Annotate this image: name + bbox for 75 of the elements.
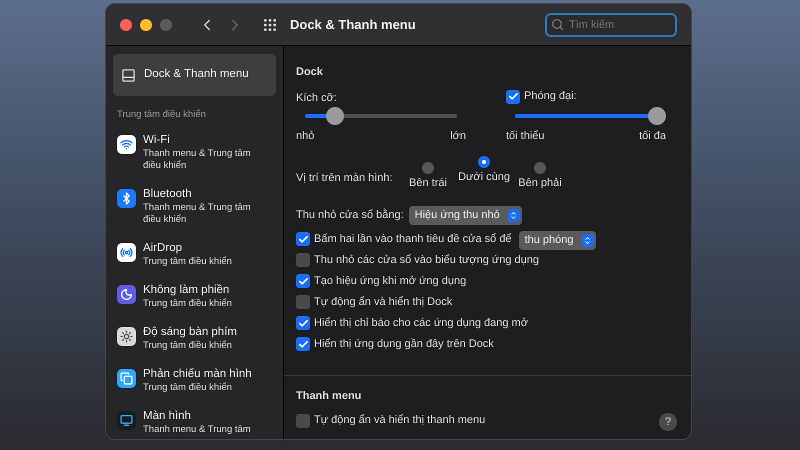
section-title: Thanh menu xyxy=(296,388,362,404)
section-title: Dock xyxy=(296,65,324,80)
checkbox[interactable] xyxy=(296,414,310,428)
sidebar-item[interactable]: Wi-Fi Thanh menu & Trung tâm điều khiển xyxy=(113,128,276,178)
sidebar-item-title: Độ sáng bàn phím xyxy=(143,325,237,340)
moon-icon xyxy=(117,285,136,304)
checkbox[interactable] xyxy=(296,295,310,309)
sidebar-item[interactable]: Độ sáng bàn phím Trung tâm điều khiển xyxy=(113,320,276,358)
radio-label: Bên phải xyxy=(517,177,563,190)
checkbox-label: Thu nhỏ các cửa sổ vào biểu tượng ứng dụng xyxy=(314,252,540,268)
slider-thumb[interactable] xyxy=(648,106,666,124)
checkbox-label: Bấm hai lần vào thanh tiêu đề cửa sổ để xyxy=(314,232,512,247)
radio-button[interactable] xyxy=(422,162,434,174)
sidebar-item-title: Wi-Fi xyxy=(143,133,171,148)
radio-button[interactable] xyxy=(478,156,490,168)
search-field[interactable]: Tìm kiếm xyxy=(545,13,677,37)
radio-label: Bên trái xyxy=(408,177,448,190)
checkbox[interactable] xyxy=(296,316,310,330)
dock-icon xyxy=(121,68,136,82)
magnification-label: Phóng đại: xyxy=(524,89,577,104)
checkbox-label: Hiển thị ứng dụng gần đây trên Dock xyxy=(314,336,494,352)
sidebar-item-subtitle: Trung tâm điều khiển xyxy=(143,382,233,394)
checkbox[interactable] xyxy=(296,274,310,288)
sidebar-item-title: AirDrop xyxy=(143,241,183,256)
slider-thumb[interactable] xyxy=(326,106,344,124)
airdrop-icon xyxy=(117,243,136,262)
sidebar-item[interactable]: Không làm phiền Trung tâm điều khiển xyxy=(113,278,276,316)
sidebar-item-title: Màn hình xyxy=(143,409,192,424)
search-icon xyxy=(551,18,564,30)
sidebar-item-subtitle: Thanh menu & Trung tâm điều khiển xyxy=(143,202,252,226)
sidebar-item[interactable]: AirDrop Trung tâm điều khiển xyxy=(113,236,276,274)
slider-max-label: tối đa xyxy=(639,128,666,144)
close-button[interactable] xyxy=(120,18,132,30)
size-label: Kích cỡ: xyxy=(296,90,338,104)
position-label: Vị trí trên màn hình: xyxy=(296,171,394,186)
sidebar-item-subtitle: Thanh menu & Trung tâm điều khiển xyxy=(143,148,252,172)
minimize-button[interactable] xyxy=(140,18,152,30)
checkbox-label: Tạo hiệu ứng khi mở ứng dụng xyxy=(314,274,466,289)
checkbox-label: Hiển thị chỉ báo cho các ứng dụng đang mở xyxy=(314,316,528,331)
checkbox[interactable] xyxy=(296,253,310,267)
radio-label: Dưới cùng xyxy=(458,171,510,184)
sidebar-item[interactable]: Phản chiếu màn hình Trung tâm điều khiển xyxy=(113,362,276,400)
bluetooth-icon xyxy=(117,189,136,208)
checkbox[interactable] xyxy=(296,337,310,351)
screens-icon xyxy=(117,369,136,388)
sidebar-item-subtitle: Trung tâm điều khiển xyxy=(143,298,232,310)
checkbox-label: Tự động ẩn và hiển thị Dock xyxy=(314,294,452,310)
slider-min-label: nhỏ xyxy=(296,128,314,144)
sidebar-item-title: Phản chiếu màn hình xyxy=(143,367,252,382)
sidebar-section-title: Trung tâm điều khiển xyxy=(117,108,207,122)
sidebar-item-subtitle: Thanh menu & Trung tâm xyxy=(143,424,251,436)
slider-max-label: lớn xyxy=(450,128,466,144)
help-button[interactable]: ? xyxy=(659,413,677,431)
dropdown[interactable]: thu phóng xyxy=(518,231,596,250)
slider-min-label: tối thiểu xyxy=(506,128,545,144)
sidebar-item[interactable]: Bluetooth Thanh menu & Trung tâm điều khiển xyxy=(113,182,276,232)
monitor-icon xyxy=(117,411,136,430)
sidebar-item-title: Bluetooth xyxy=(143,187,193,202)
sidebar-item-subtitle: Trung tâm điều khiển xyxy=(143,256,232,268)
window-title: Dock & Thanh menu xyxy=(290,16,416,34)
radio-button[interactable] xyxy=(534,162,546,174)
checkbox[interactable] xyxy=(296,232,310,246)
stepper-icon xyxy=(508,208,520,222)
sidebar-item[interactable]: Dock & Thanh menu xyxy=(113,54,276,96)
checkbox-label: Tự động ẩn và hiển thị thanh menu xyxy=(314,413,486,428)
dropdown[interactable]: Hiệu ứng thu nhỏ xyxy=(408,206,522,224)
grid-icon[interactable] xyxy=(262,16,278,32)
stepper-icon xyxy=(582,234,594,247)
sidebar-item-title: Không làm phiền xyxy=(143,283,230,298)
brightness-icon xyxy=(117,327,136,346)
checkbox[interactable] xyxy=(506,90,520,104)
sidebar-item[interactable]: Màn hình Thanh menu & Trung tâm xyxy=(113,404,276,439)
sidebar-item-subtitle: Trung tâm điều khiển xyxy=(143,340,233,352)
minimize-label: Thu nhỏ cửa sổ bằng: xyxy=(296,208,404,223)
wifi-icon xyxy=(117,135,136,154)
